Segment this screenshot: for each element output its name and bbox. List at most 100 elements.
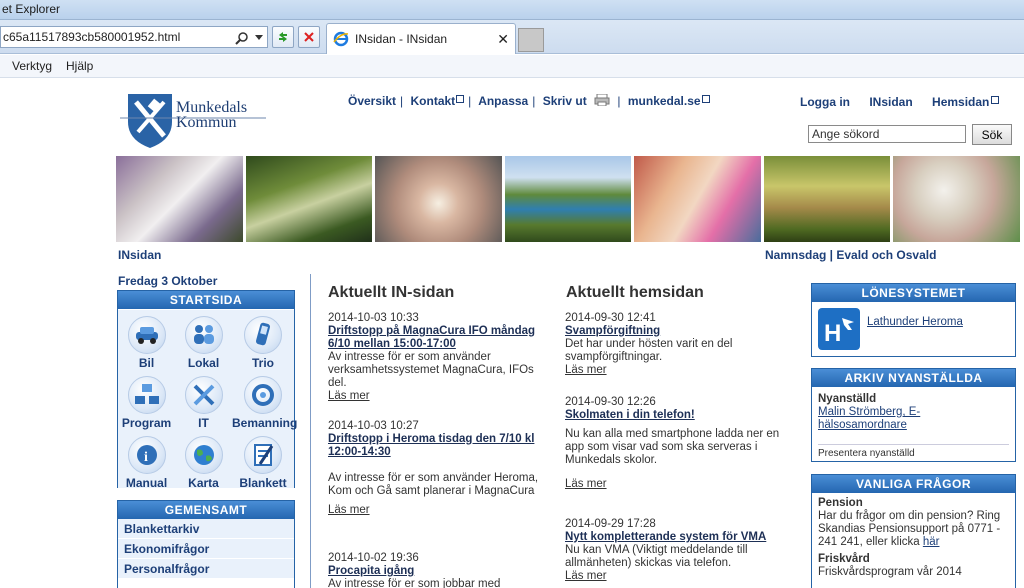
menu-verktyg[interactable]: Verktyg	[12, 59, 52, 73]
search-icon[interactable]	[235, 31, 249, 45]
news-title-link[interactable]: Procapita igång	[328, 565, 542, 578]
nav-separator: |	[532, 94, 536, 108]
external-link-icon	[456, 95, 465, 103]
news-time: 2014-10-03 10:33	[328, 312, 419, 324]
frisk-heading: Friskvård	[818, 553, 870, 565]
gemensamt-item[interactable]: Blankettarkiv	[118, 519, 294, 539]
startsida-item-label: Manual	[125, 476, 168, 490]
nav-munkedal-se[interactable]: munkedal.se	[628, 94, 701, 108]
news-body: Nu kan alla med smartphone ladda ner en …	[565, 428, 780, 466]
read-more-link[interactable]: Läs mer	[328, 504, 542, 517]
startsida-item-bemanning[interactable]: Bemanning	[232, 376, 297, 430]
menu-hjalp[interactable]: Hjälp	[66, 59, 93, 73]
news-time: 2014-09-30 12:41	[565, 312, 656, 324]
close-icon	[304, 32, 314, 42]
nyanstalld-link[interactable]: Malin Strömberg, E-hälsosamordnare	[818, 406, 1009, 432]
news-title-link[interactable]: Skolmaten i din telefon!	[565, 409, 785, 422]
search-input[interactable]	[808, 125, 966, 143]
news-title-link[interactable]: Svampförgiftning	[565, 325, 785, 338]
search-button[interactable]: Sök	[972, 124, 1012, 145]
gemensamt-list: Blankettarkiv Ekonomifrågor Personalfråg…	[118, 519, 294, 579]
namnsdag-text: Namnsdag | Evald och Osvald	[765, 248, 937, 262]
startsida-item-lokal[interactable]: Lokal	[175, 316, 232, 370]
window-title: et Explorer	[2, 2, 61, 16]
logo-text: Munkedals Kommun	[176, 100, 247, 131]
program-icon	[127, 376, 166, 414]
nav-separator: |	[468, 94, 472, 108]
tab-insidan[interactable]: INsidan - INsidan ✕	[326, 23, 516, 54]
startsida-title: STARTSIDA	[118, 291, 294, 309]
printer-icon[interactable]	[594, 93, 610, 107]
banner-images	[116, 156, 1021, 242]
svg-text:H: H	[824, 320, 841, 347]
startsida-item-it[interactable]: IT	[175, 376, 232, 430]
banner-photo-children	[634, 156, 761, 242]
frisk-body: Friskvårdsprogram vår 2014	[818, 566, 962, 578]
nav-separator: |	[400, 94, 404, 108]
startsida-item-bil[interactable]: Bil	[118, 316, 175, 370]
heroma-link[interactable]: Lathunder Heroma	[867, 316, 963, 329]
hemsidan-title: Aktuellt hemsidan	[566, 284, 704, 301]
insidan-breadcrumb[interactable]: INsidan	[118, 248, 161, 262]
arkiv-heading: Nyanställd	[818, 393, 877, 405]
news-title-link[interactable]: Nytt kompletterande system för VMA	[565, 531, 785, 544]
startsida-item-manual[interactable]: i Manual	[118, 436, 175, 490]
arkiv-body: Nyanställd Malin Strömberg, E-hälsosamor…	[812, 387, 1015, 461]
car-icon	[127, 316, 166, 354]
arkiv-title: ARKIV NYANSTÄLLDA	[812, 369, 1015, 387]
external-link-icon	[701, 95, 710, 103]
startsida-item-label: Bil	[138, 356, 155, 370]
banner-photo-hands	[375, 156, 502, 242]
gemensamt-item[interactable]: Personalfrågor	[118, 559, 294, 579]
startsida-item-blankett[interactable]: Blankett	[232, 436, 294, 490]
pension-text: Har du frågor om din pension? Ring Skand…	[818, 510, 1009, 549]
in-sidan-title: Aktuellt IN-sidan	[328, 284, 455, 301]
news-title-link[interactable]: Driftstopp på MagnaCura IFO måndag 6/10 …	[328, 325, 542, 351]
people-icon	[184, 316, 223, 354]
news-item: 2014-10-03 10:27 Driftstopp i Heroma tis…	[328, 420, 542, 517]
gemensamt-item[interactable]: Ekonomifrågor	[118, 539, 294, 559]
news-title-link[interactable]: Driftstopp i Heroma tisdag den 7/10 kl 1…	[328, 433, 542, 459]
nav-anpassa[interactable]: Anpassa	[478, 94, 528, 108]
tab-close-icon[interactable]: ✕	[497, 31, 509, 48]
form-icon	[244, 436, 282, 474]
startsida-item-label: Lokal	[187, 356, 220, 370]
news-item: 2014-09-29 17:28 Nytt kompletterande sys…	[565, 518, 785, 583]
login-link[interactable]: Logga in	[800, 95, 850, 109]
faq-title: VANLIGA FRÅGOR	[812, 475, 1015, 493]
banner-photo-path	[763, 156, 891, 242]
insidan-link[interactable]: INsidan	[869, 95, 912, 109]
startsida-item-karta[interactable]: Karta	[175, 436, 232, 490]
phone-icon	[244, 316, 282, 354]
pension-link[interactable]: här	[923, 536, 940, 548]
read-more-link[interactable]: Läs mer	[328, 390, 542, 403]
news-body: Av intresse för er som använder verksamh…	[328, 351, 534, 389]
read-more-link[interactable]: Läs mer	[565, 570, 785, 583]
read-more-link[interactable]: Läs mer	[565, 364, 785, 377]
manual-icon: i	[127, 436, 166, 474]
faq-body: Pension Har du frågor om din pension? Ri…	[812, 493, 1015, 579]
lonesystemet-body: H Lathunder Heroma	[812, 302, 1015, 356]
address-input[interactable]: c65a11517893cb580001952.html	[0, 26, 268, 48]
hemsidan-link[interactable]: Hemsidan	[932, 95, 989, 109]
news-item: 2014-10-02 19:36 Procapita igång Av intr…	[328, 552, 542, 588]
stop-button[interactable]	[298, 26, 320, 48]
chevron-down-icon[interactable]	[253, 31, 265, 43]
heroma-logo-icon[interactable]: H	[818, 308, 860, 350]
read-more-link[interactable]: Läs mer	[565, 478, 785, 491]
startsida-grid: Bil Lokal Trio Program IT Bemanning i Manual Kar…	[118, 310, 297, 490]
startsida-item-program[interactable]: Program	[118, 376, 175, 430]
nav-skriv-ut[interactable]: Skriv ut	[543, 94, 587, 108]
address-text: c65a11517893cb580001952.html	[3, 30, 181, 44]
new-tab-button[interactable]	[518, 28, 544, 52]
banner-photo-building	[116, 156, 243, 242]
nav-kontakt[interactable]: Kontakt	[411, 94, 456, 108]
presentera-link[interactable]: Presentera nyanställd	[818, 444, 1009, 460]
nav-oversikt[interactable]: Översikt	[348, 94, 396, 108]
news-body: Nu kan VMA (Viktigt meddelande till allm…	[565, 544, 748, 569]
startsida-item-trio[interactable]: Trio	[232, 316, 294, 370]
refresh-button[interactable]	[272, 26, 294, 48]
web-page: Munkedals Kommun Översikt | Kontakt | Anpas…	[0, 78, 1024, 588]
news-time: 2014-09-30 12:26	[565, 396, 656, 408]
external-link-icon	[991, 96, 1000, 104]
